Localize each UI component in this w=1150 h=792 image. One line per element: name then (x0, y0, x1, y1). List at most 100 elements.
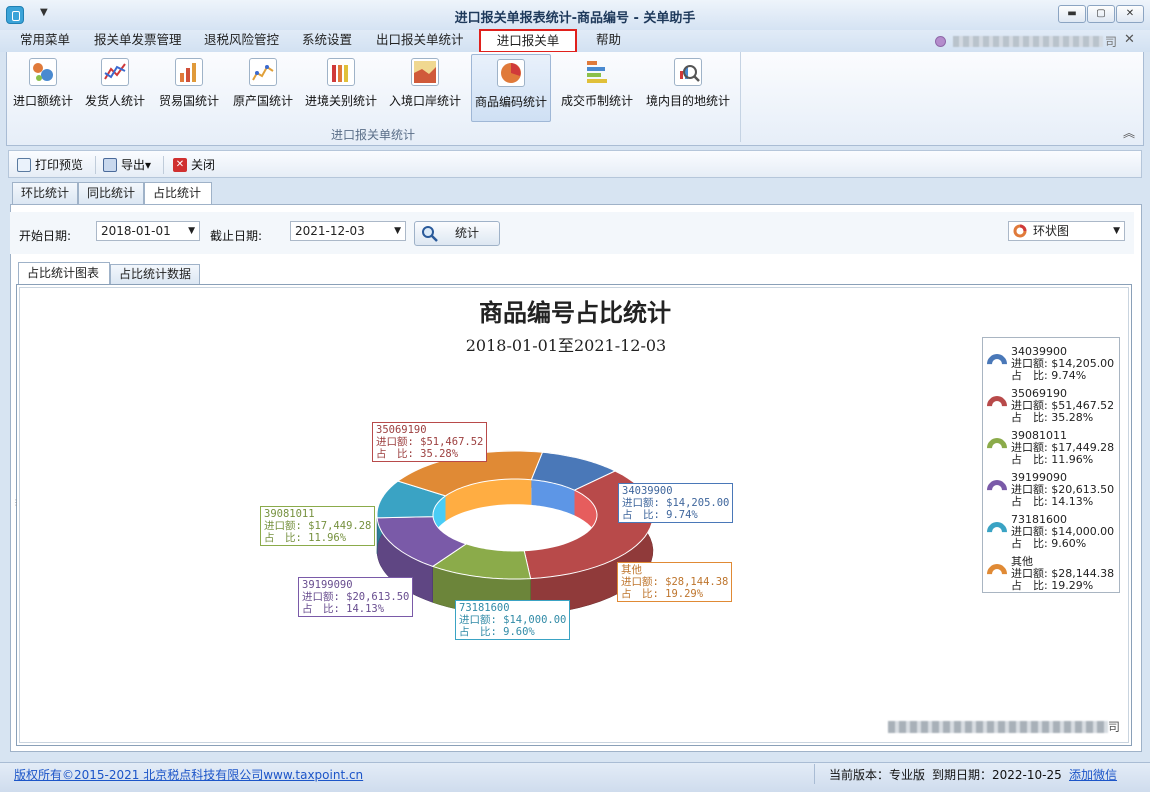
ribbon: 进口额统计 发货人统计 贸易国统计 原产国统计 进境关别统计 入境口岸统计 商品… (6, 52, 1144, 146)
ribbon-group-divider (740, 52, 741, 142)
tab-share-data[interactable]: 占比统计数据 (110, 264, 200, 284)
user-account[interactable]: 司 (935, 33, 1117, 49)
data-label-value: 进口额: $28,144.38 (621, 576, 729, 588)
toolbar: 打印预览 导出▾ ✕ 关闭 (8, 150, 1142, 178)
ribbon-group-label: 进口报关单统计 (330, 128, 415, 142)
data-label-73181600: 73181600 进口额: $14,000.00 占 比: 9.60% (455, 600, 571, 640)
tab-month-on-month[interactable]: 环比统计 (12, 182, 78, 204)
print-preview-label: 打印预览 (35, 158, 84, 172)
ribbon-import-amount[interactable]: 进口额统计 (9, 54, 77, 120)
ribbon-close-icon[interactable]: ✕ (1124, 32, 1135, 47)
data-label-share: 占 比: 14.13% (302, 603, 385, 615)
watermark: 司 (888, 718, 1120, 736)
start-date-picker[interactable]: 2018-01-01 ▼ (96, 221, 200, 241)
data-label-share: 占 比: 35.28% (376, 448, 459, 460)
chevron-down-icon: ▾ (145, 158, 152, 172)
pie-chart-icon (497, 59, 525, 87)
legend-item-35069190: 35069190 进口额: $51,467.52 占 比: 35.28% (982, 384, 1119, 426)
data-label-35069190: 35069190 进口额: $51,467.52 占 比: 35.28% (372, 422, 488, 462)
legend-item-39081011: 39081011 进口额: $17,449.28 占 比: 11.96% (982, 426, 1119, 468)
tab-export-stats[interactable]: 出口报关单统计 (366, 30, 474, 52)
legend-item-其他: 其他 进口额: $28,144.38 占 比: 19.29% (982, 552, 1119, 594)
stat-button-label: 统计 (455, 226, 480, 240)
legend-share: 占 比: 19.29% (1011, 579, 1094, 592)
ribbon-destination[interactable]: 境内目的地统计 (643, 54, 733, 120)
legend-share: 占 比: 35.28% (1011, 411, 1094, 424)
title-bar: ▼ 进口报关单报表统计-商品编号 - 关单助手 ▬ ▢ ✕ (0, 0, 1150, 30)
tab-import-stats[interactable]: 进口报关单统计 (479, 29, 577, 68)
tab-system-settings[interactable]: 系统设置 (292, 30, 362, 52)
minimize-button[interactable]: ▬ (1058, 5, 1086, 23)
start-date-label: 开始日期: (19, 229, 72, 243)
ribbon-label: 入境口岸统计 (388, 94, 461, 108)
tab-share-stats[interactable]: 占比统计 (144, 182, 212, 205)
tab-share-chart[interactable]: 占比统计图表 (18, 262, 110, 285)
legend-swatch (982, 433, 1012, 463)
legend-text: 73181600 进口额: $14,000.00 占 比: 9.60% (1011, 514, 1114, 550)
tab-tax-risk[interactable]: 退税风险管控 (194, 30, 289, 52)
tab-common-menu[interactable]: 常用菜单 (10, 30, 80, 52)
bubble-chart-icon (29, 58, 57, 86)
close-window-button[interactable]: ✕ (1116, 5, 1144, 23)
data-label-share: 占 比: 9.60% (459, 626, 535, 638)
chevron-down-icon: ▼ (188, 226, 195, 236)
legend-share: 占 比: 9.74% (1011, 369, 1087, 382)
add-wechat-link[interactable]: 添加微信 (1069, 766, 1117, 783)
tab-year-on-year[interactable]: 同比统计 (78, 182, 144, 204)
data-label-value: 进口额: $14,205.00 (622, 497, 730, 509)
print-preview-button[interactable]: 打印预览 (15, 155, 83, 175)
data-label-value: 进口额: $14,000.00 (459, 614, 567, 626)
ribbon-label: 发货人统计 (84, 94, 145, 108)
ribbon-shipper[interactable]: 发货人统计 (81, 54, 149, 120)
end-date-value: 2021-12-03 (295, 224, 365, 238)
tab-help[interactable]: 帮助 (586, 30, 631, 52)
data-label-name: 73181600 (459, 602, 510, 614)
column-chart-icon (327, 58, 355, 86)
maximize-button[interactable]: ▢ (1087, 5, 1115, 23)
end-date-picker[interactable]: 2021-12-03 ▼ (290, 221, 406, 241)
ribbon-currency[interactable]: 成交币制统计 (559, 54, 635, 120)
bar-chart-icon (175, 58, 203, 86)
splitter-grip[interactable]: ⋮ (12, 498, 20, 507)
legend-text: 35069190 进口额: $51,467.52 占 比: 35.28% (1011, 388, 1114, 424)
legend-text: 39199090 进口额: $20,613.50 占 比: 14.13% (1011, 472, 1114, 508)
legend-item-34039900: 34039900 进口额: $14,205.00 占 比: 9.74% (982, 342, 1119, 384)
line-chart-icon (101, 58, 129, 86)
ribbon-entry-port[interactable]: 入境口岸统计 (387, 54, 463, 120)
toolbar-divider (95, 156, 96, 174)
data-label-name: 34039900 (622, 485, 673, 497)
data-label-share: 占 比: 19.29% (621, 588, 704, 600)
ribbon-customs[interactable]: 进境关别统计 (303, 54, 379, 120)
ribbon-commodity-code[interactable]: 商品编码统计 (471, 54, 551, 122)
doughnut-icon (1013, 224, 1027, 243)
legend-swatch (982, 559, 1012, 589)
tab-invoice-management[interactable]: 报关单发票管理 (84, 30, 192, 52)
legend-share: 占 比: 9.60% (1011, 537, 1087, 550)
data-label-34039900: 34039900 进口额: $14,205.00 占 比: 9.74% (618, 483, 734, 523)
chevron-down-icon: ▼ (1113, 226, 1120, 236)
ribbon-label: 贸易国统计 (158, 94, 219, 108)
ribbon-collapse-icon[interactable]: ︽ (1123, 124, 1135, 141)
chart-type-select[interactable]: 环状图 ▼ (1008, 221, 1125, 241)
legend-text: 其他 进口额: $28,144.38 占 比: 19.29% (1011, 556, 1114, 592)
end-date-label: 截止日期: (210, 229, 263, 243)
ribbon-label: 商品编码统计 (474, 95, 547, 109)
ribbon-origin-country[interactable]: 原产国统计 (229, 54, 297, 120)
legend-share: 占 比: 14.13% (1011, 495, 1094, 508)
legend-swatch (982, 391, 1012, 421)
print-preview-icon (17, 158, 31, 172)
export-button[interactable]: 导出▾ (101, 155, 151, 175)
start-date-value: 2018-01-01 (101, 224, 171, 238)
status-divider (814, 764, 815, 784)
legend-text: 39081011 进口额: $17,449.28 占 比: 11.96% (1011, 430, 1114, 466)
copyright-link[interactable]: 版权所有©2015-2021 北京税点科技有限公司www.taxpoint.cn (14, 766, 363, 783)
stacked-area-icon (411, 58, 439, 86)
data-label-value: 进口额: $51,467.52 (376, 436, 484, 448)
data-label-name: 35069190 (376, 424, 427, 436)
close-button[interactable]: ✕ 关闭 (171, 155, 215, 175)
search-icon (421, 225, 439, 251)
stat-button[interactable]: 统计 (414, 221, 500, 246)
data-label-39081011: 39081011 进口额: $17,449.28 占 比: 11.96% (260, 506, 376, 546)
ribbon-trade-country[interactable]: 贸易国统计 (155, 54, 223, 120)
save-icon (103, 158, 117, 172)
